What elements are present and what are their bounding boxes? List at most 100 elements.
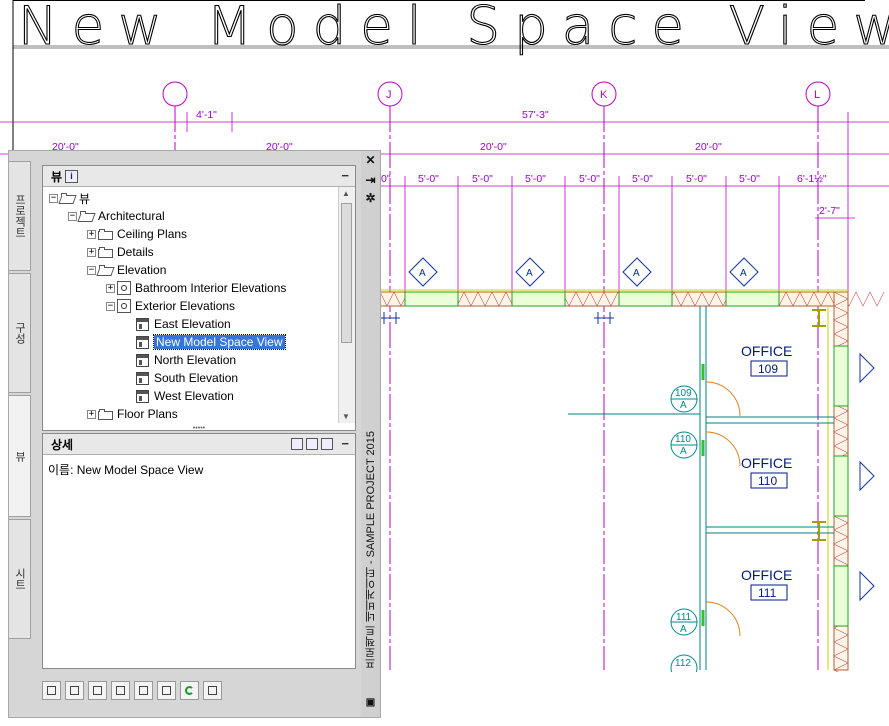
tree-node-label: Details: [117, 245, 154, 259]
details-pane-minimize-button[interactable]: −: [341, 436, 349, 451]
dim-5-e: 5'-0": [632, 173, 653, 185]
door-tag-111-letter: A: [680, 624, 687, 635]
tree-node-label: North Elevation: [154, 353, 237, 367]
room-number-109: 109: [758, 362, 778, 376]
tree-node[interactable]: − Exterior Elevations: [106, 297, 235, 315]
sheet-view-icon: [136, 353, 149, 367]
elev-tag-4: A: [740, 268, 747, 279]
views-pane: 뷰 i − − 뷰 − Architectural + Ceiling Plans + Det…: [42, 165, 356, 431]
elev-tag-2: A: [526, 268, 533, 279]
views-pane-header: 뷰 i −: [43, 166, 355, 187]
grid-bubble-k: K: [600, 89, 608, 101]
tree-node-label: Elevation: [117, 263, 167, 277]
detail-preview-icon[interactable]: [306, 438, 318, 450]
expand-icon[interactable]: +: [87, 409, 96, 419]
project-navigator-palette: 프로젝트 구성 뷰 시트 뷰 i − − 뷰 − Architectural + Ceil…: [8, 150, 381, 718]
grid-bubble-l: L: [814, 89, 820, 101]
views-pane-title: 뷰: [51, 169, 63, 184]
view-title: New Model Space View: [18, 0, 889, 57]
tree-node[interactable]: East Elevation: [125, 315, 231, 333]
details-body: 이름: New Model Space View: [48, 461, 203, 478]
detail-zoom-icon[interactable]: [321, 438, 333, 450]
tree-node-label: Floor Plans: [117, 407, 178, 421]
dim-5-a: 5'-0": [418, 173, 439, 185]
tree-node[interactable]: South Elevation: [125, 369, 238, 387]
tree-icon[interactable]: [203, 680, 222, 700]
dim-5-c: 5'-0": [525, 173, 546, 185]
tree-node[interactable]: + Bathroom Interior Elevations: [106, 279, 286, 297]
collapse-icon[interactable]: −: [87, 265, 96, 275]
collapse-icon[interactable]: −: [49, 193, 58, 203]
tree-node[interactable]: North Elevation: [125, 351, 236, 369]
collapse-icon[interactable]: −: [68, 211, 77, 221]
tree-node[interactable]: − Architectural: [68, 207, 165, 225]
sheet-view-icon: [136, 389, 149, 403]
tree-node-label: Bathroom Interior Elevations: [135, 281, 287, 295]
elevation-view-icon: [117, 299, 131, 313]
dim-4-1: 4'-1": [196, 109, 217, 121]
tab-project-label: 프로젝트: [13, 194, 26, 238]
folder-open-icon: [60, 192, 75, 204]
clipboard-icon[interactable]: [111, 680, 130, 700]
tree-node[interactable]: West Elevation: [125, 387, 234, 405]
tree-node[interactable]: − 뷰: [49, 189, 90, 207]
tab-sheets[interactable]: 시트: [9, 519, 31, 639]
info-icon[interactable]: i: [65, 169, 79, 183]
tree-node[interactable]: + Floor Plans: [87, 405, 178, 423]
scroll-up-arrow-icon[interactable]: ▲: [342, 189, 350, 198]
door-tag-112-number: 112: [675, 658, 691, 669]
palette-title: 프로젝트 네비게이터 - SAMPLE PROJECT 2015: [365, 431, 377, 670]
refresh-icon[interactable]: [180, 680, 199, 700]
add-view-icon[interactable]: [42, 680, 61, 700]
tree-node[interactable]: − Elevation: [87, 261, 166, 279]
tree-node-label: East Elevation: [154, 317, 231, 331]
tree-node[interactable]: + Details: [87, 243, 154, 261]
tree-node-label: Exterior Elevations: [135, 299, 236, 313]
scroll-down-arrow-icon[interactable]: ▼: [342, 412, 350, 421]
details-pane: 상세 − 이름: New Model Space View: [42, 433, 356, 669]
room-name-110: OFFICE: [741, 455, 792, 471]
add-category-icon[interactable]: [65, 680, 84, 700]
tree-node[interactable]: + Ceiling Plans: [87, 225, 187, 243]
dim-2-7: 2'-7": [819, 205, 840, 217]
autohide-icon[interactable]: ⇥: [364, 173, 377, 187]
palette-menu-icon[interactable]: ▣: [364, 697, 377, 708]
tree-node-label: New Model Space View: [153, 334, 286, 350]
scroll-thumb[interactable]: [341, 203, 352, 343]
detail-options-icon[interactable]: [291, 438, 303, 450]
room-number-111: 111: [758, 586, 777, 600]
palette-titlebar[interactable]: ✕ ⇥ ✲ 프로젝트 네비게이터 - SAMPLE PROJECT 2015 ▣: [361, 151, 380, 717]
views-tree-scrollbar[interactable]: ▲ ▼: [338, 187, 355, 423]
views-pane-minimize-button[interactable]: −: [341, 168, 349, 183]
properties-gear-icon[interactable]: ✲: [364, 191, 377, 205]
tree-node[interactable]: New Model Space View: [125, 333, 286, 351]
sheet-view-icon: [136, 317, 149, 331]
folder-icon: [98, 408, 113, 420]
door-tag-110-letter: A: [680, 446, 687, 457]
dim-5-b: 5'-0": [472, 173, 493, 185]
tree-node-label: West Elevation: [154, 389, 234, 403]
tab-constructs[interactable]: 구성: [9, 273, 31, 393]
folder-open-icon: [79, 210, 94, 222]
expand-icon[interactable]: +: [87, 229, 96, 239]
tab-project[interactable]: 프로젝트: [9, 161, 31, 271]
dim-5-f: 5'-0": [686, 173, 707, 185]
elev-tag-3: A: [633, 268, 640, 279]
detail-name-value: New Model Space View: [76, 463, 204, 477]
sheet-view-icon: [136, 371, 149, 385]
tab-views[interactable]: 뷰: [9, 395, 31, 517]
collapse-icon[interactable]: −: [106, 301, 115, 311]
close-icon[interactable]: ✕: [364, 153, 377, 167]
properties-icon[interactable]: [134, 680, 153, 700]
views-tree[interactable]: − 뷰 − Architectural + Ceiling Plans + Details − E…: [43, 187, 339, 423]
expand-icon[interactable]: +: [87, 247, 96, 257]
expand-icon[interactable]: +: [106, 283, 115, 293]
dim-6-1: 6'-1½": [797, 173, 827, 185]
dim-20-c: 20'-0": [480, 141, 507, 153]
folder-open-icon: [98, 264, 113, 276]
regenerate-icon[interactable]: [88, 680, 107, 700]
grid-bubble-j: J: [386, 89, 392, 101]
table-icon[interactable]: [157, 680, 176, 700]
tab-constructs-label: 구성: [13, 322, 26, 344]
dim-57-3: 57'-3": [522, 109, 549, 121]
